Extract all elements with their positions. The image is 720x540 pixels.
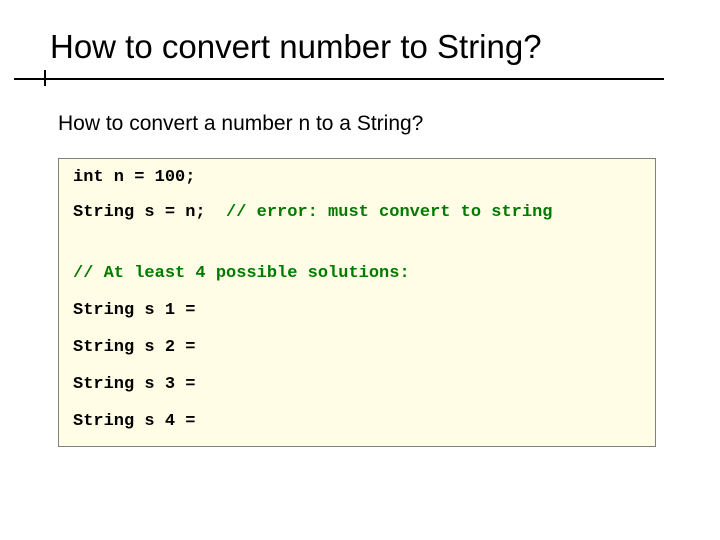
code-line-s2: String s 2 = (73, 339, 641, 356)
code-stmt: String s = n; (73, 203, 226, 222)
code-line-s1: String s 1 = (73, 302, 641, 319)
slide: How to convert number to String? How to … (0, 0, 720, 540)
code-line-s4: String s 4 = (73, 413, 641, 430)
code-comment-error: // error: must convert to string (226, 203, 552, 222)
code-line-1: int n = 100; (73, 169, 641, 186)
code-line-2: String s = n; // error: must convert to … (73, 204, 641, 221)
slide-subtitle: How to convert a number n to a String? (58, 112, 423, 136)
title-underline (14, 78, 664, 80)
code-comment-solutions: // At least 4 possible solutions: (73, 265, 641, 282)
code-box: int n = 100; String s = n; // error: mus… (58, 158, 656, 447)
code-line-s3: String s 3 = (73, 376, 641, 393)
title-tick (44, 70, 46, 86)
slide-title: How to convert number to String? (50, 28, 542, 66)
